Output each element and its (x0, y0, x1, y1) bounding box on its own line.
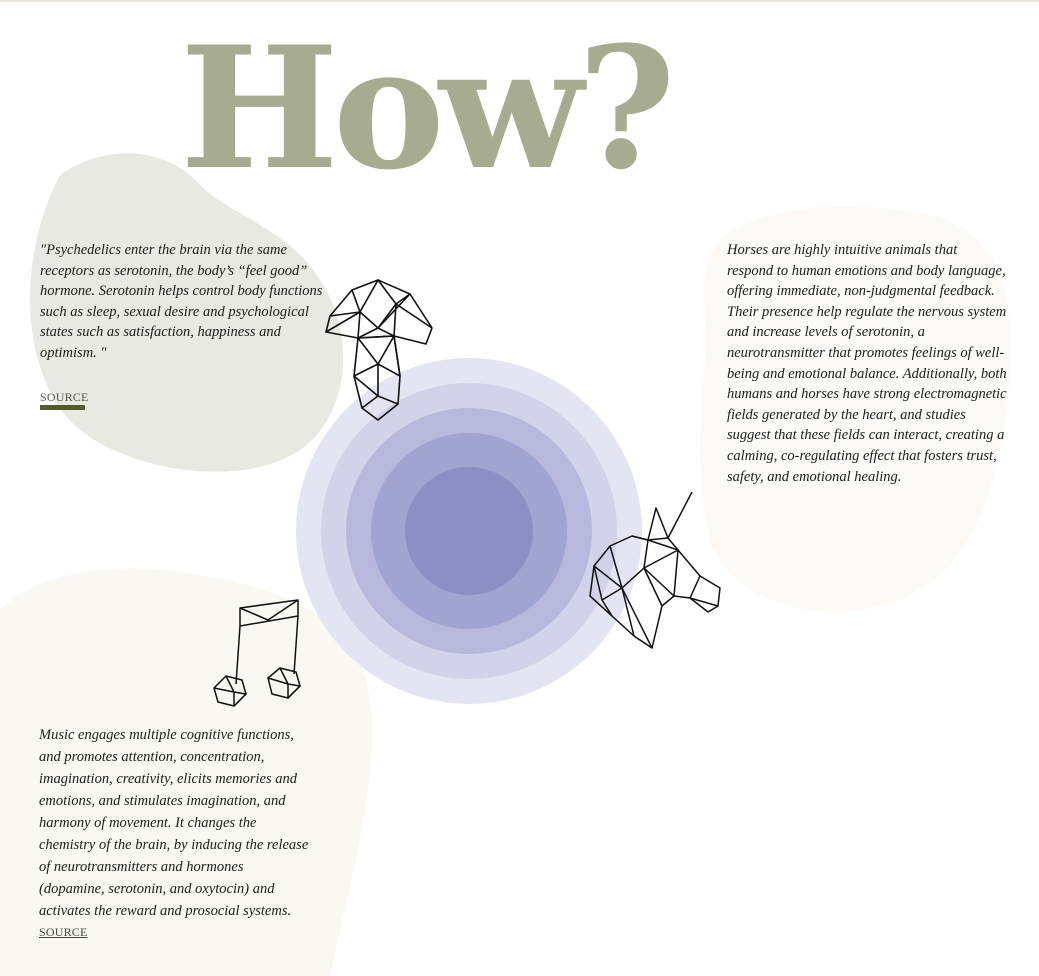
source-underline-bar (40, 405, 85, 410)
horses-quote: Horses are highly intuitive animals that… (727, 242, 1007, 485)
psychedelics-source-link[interactable]: SOURCE (40, 390, 89, 405)
music-quote: Music engages multiple cognitive functio… (39, 727, 309, 919)
psychedelics-quote: "Psychedelics enter the brain via the sa… (40, 242, 323, 361)
unicorn-icon (589, 491, 721, 649)
page-title: How? (180, 9, 676, 207)
mushroom-icon (325, 279, 433, 421)
music-note-icon (213, 599, 301, 707)
music-source-link[interactable]: SOURCE (39, 925, 88, 940)
